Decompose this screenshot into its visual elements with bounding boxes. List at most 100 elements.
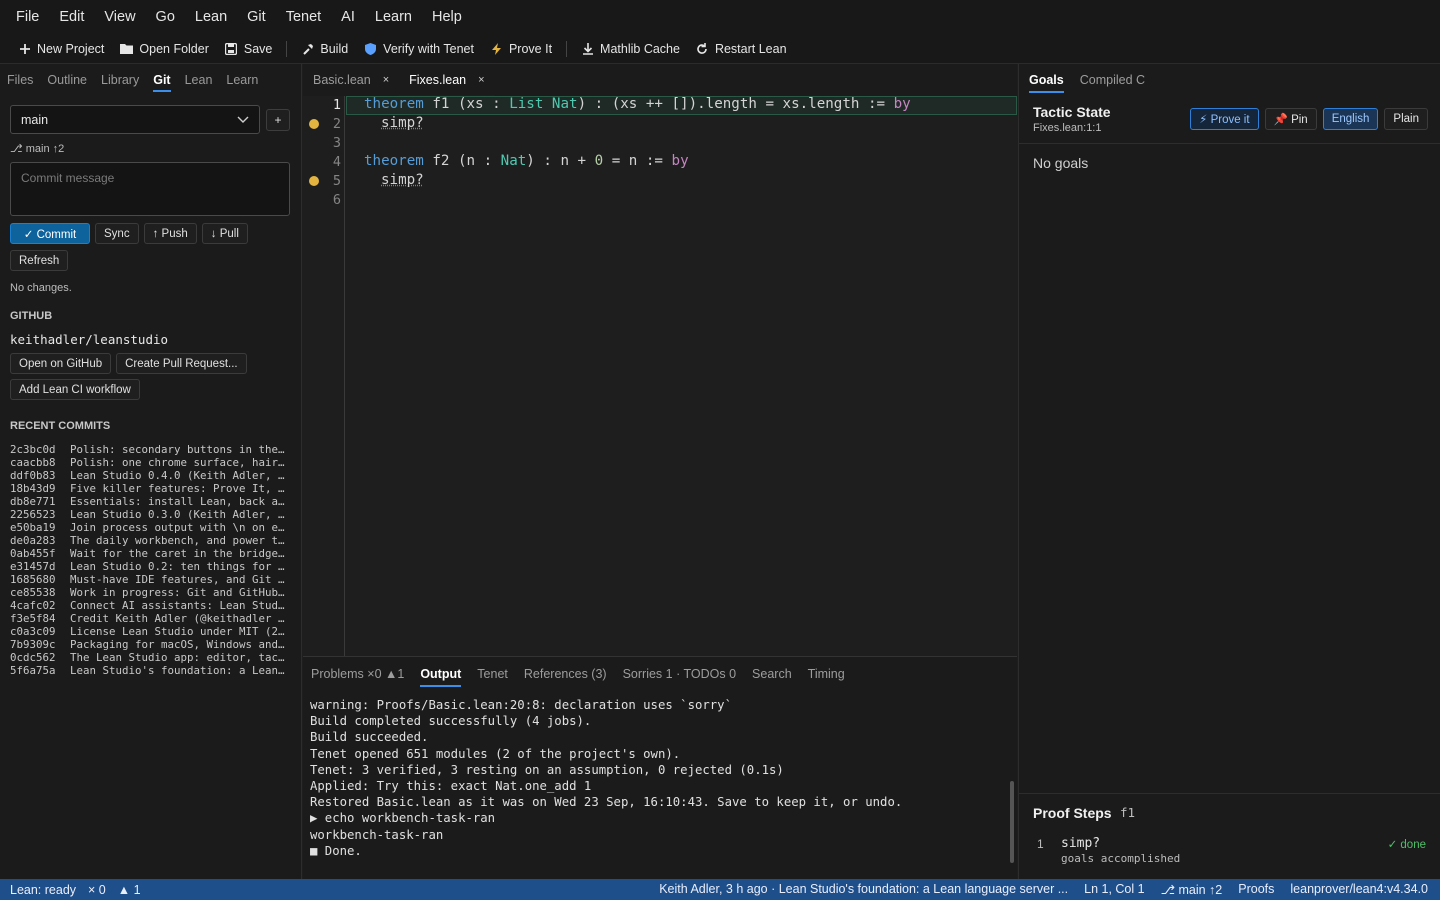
commit-row[interactable]: 1685680 Must-have IDE features, and Git i… — [10, 573, 290, 586]
close-icon[interactable]: × — [383, 74, 389, 86]
mode-indicator[interactable]: Proofs — [1238, 882, 1274, 897]
verify-tenet-button[interactable]: Verify with Tenet — [356, 37, 482, 61]
pin-button[interactable]: 📌 Pin — [1264, 108, 1317, 130]
menu-view[interactable]: View — [94, 0, 145, 34]
line-number: 3 — [332, 135, 341, 151]
menu-lean[interactable]: Lean — [185, 0, 237, 34]
editor-tab-fixes[interactable]: Fixes.lean × — [399, 64, 495, 96]
output-log: warning: Proofs/Basic.lean:20:8: declara… — [310, 697, 1007, 859]
tab-search[interactable]: Search — [744, 657, 800, 691]
toolbar: New Project Open Folder Save Build Verif… — [0, 34, 1440, 64]
plain-toggle[interactable]: Plain — [1384, 108, 1428, 130]
commit-row[interactable]: 2c3bc0d Polish: secondary buttons in the … — [10, 443, 290, 456]
menu-ai[interactable]: AI — [331, 0, 365, 34]
add-ci-workflow-button[interactable]: Add Lean CI workflow — [10, 379, 140, 400]
tab-timing[interactable]: Timing — [800, 657, 853, 691]
commit-row[interactable]: ce85538 Work in progress: Git and GitHub … — [10, 586, 290, 599]
editor-tab-basic[interactable]: Basic.lean × — [303, 64, 399, 96]
tab-goals[interactable]: Goals — [1021, 64, 1072, 96]
lightbulb-icon[interactable] — [309, 176, 319, 186]
branch-indicator[interactable]: ⎇ main ↑2 — [1161, 882, 1223, 897]
menu-tenet[interactable]: Tenet — [276, 0, 331, 34]
commit-row[interactable]: f3e5f84 Credit Keith Adler (@keithadler o… — [10, 612, 290, 625]
commit-row[interactable]: 5f6a75a Lean Studio's foundation: a Lean … — [10, 664, 290, 677]
open-folder-button[interactable]: Open Folder — [112, 37, 216, 61]
commit-message: The Lean Studio app: editor, tactic stat… — [70, 651, 290, 664]
code-line-2: simp? — [381, 115, 424, 131]
add-branch-button[interactable]: + — [266, 108, 290, 131]
tab-git[interactable]: Git — [146, 64, 177, 96]
tab-outline[interactable]: Outline — [40, 64, 94, 96]
prove-it-button[interactable]: Prove It — [482, 37, 560, 61]
toolchain-indicator[interactable]: leanprover/lean4:v4.34.0 — [1290, 882, 1428, 897]
commit-row[interactable]: 4cafc02 Connect AI assistants: Lean Studi… — [10, 599, 290, 612]
branch-select[interactable]: main — [10, 105, 260, 134]
error-count[interactable]: × 0 — [88, 883, 106, 897]
english-toggle[interactable]: English — [1322, 108, 1379, 130]
create-pull-request-button[interactable]: Create Pull Request... — [116, 353, 247, 374]
cursor-position[interactable]: Ln 1, Col 1 — [1084, 882, 1144, 897]
refresh-button[interactable]: Refresh — [10, 250, 69, 271]
mathlib-cache-label: Mathlib Cache — [600, 41, 680, 56]
prove-it-label: Prove It — [508, 41, 553, 56]
restart-lean-button[interactable]: Restart Lean — [688, 37, 795, 61]
commit-button[interactable]: ✓ Commit — [10, 223, 90, 244]
commit-row[interactable]: 0cdc562 The Lean Studio app: editor, tact… — [10, 651, 290, 664]
tab-sorries[interactable]: Sorries 1 · TODOs 0 — [615, 657, 744, 691]
new-project-button[interactable]: New Project — [10, 37, 112, 61]
tab-problems[interactable]: Problems ×0 ▲1 — [303, 657, 412, 691]
tab-lean[interactable]: Lean — [178, 64, 220, 96]
commit-hash: de0a283 — [10, 534, 56, 547]
warning-count[interactable]: ▲ 1 — [118, 883, 141, 897]
sync-button[interactable]: Sync — [95, 223, 139, 244]
output-line: Build succeeded. — [310, 730, 429, 745]
lightbulb-icon[interactable] — [309, 119, 319, 129]
push-button[interactable]: ↑ Push — [143, 223, 197, 244]
git-blame[interactable]: Keith Adler, 3 h ago · Lean Studio's fou… — [659, 882, 1068, 897]
menu-git[interactable]: Git — [237, 0, 276, 34]
menu-edit[interactable]: Edit — [49, 0, 94, 34]
commit-message: License Lean Studio under MIT (2025) — [70, 625, 290, 638]
mathlib-cache-button[interactable]: Mathlib Cache — [573, 37, 688, 61]
commit-hash: 0ab455f — [10, 547, 56, 560]
commit-row[interactable]: ddf0b83 Lean Studio 0.4.0 (Keith Adler, 2… — [10, 469, 290, 482]
commit-row[interactable]: c0a3c09 License Lean Studio under MIT (20… — [10, 625, 290, 638]
menu-learn[interactable]: Learn — [365, 0, 422, 34]
save-icon — [225, 42, 238, 55]
scrollbar[interactable] — [1010, 781, 1014, 863]
commit-row[interactable]: db8e771 Essentials: install Lean, back an… — [10, 495, 290, 508]
prove-it-goal-button[interactable]: ⚡ Prove it — [1190, 108, 1259, 130]
build-button[interactable]: Build — [293, 37, 356, 61]
tab-learn[interactable]: Learn — [219, 64, 265, 96]
tab-tenet[interactable]: Tenet — [469, 657, 516, 691]
open-on-github-button[interactable]: Open on GitHub — [10, 353, 112, 374]
tab-compiled-c[interactable]: Compiled C — [1072, 64, 1153, 96]
output-line: ▶ echo workbench-task-ran — [310, 811, 496, 826]
commit-row[interactable]: e31457d Lean Studio 0.2: ten things for n… — [10, 560, 290, 573]
commit-row[interactable]: e50ba19 Join process output with \n on ev… — [10, 521, 290, 534]
tab-library[interactable]: Library — [94, 64, 146, 96]
menu-file[interactable]: File — [6, 0, 49, 34]
commit-row[interactable]: 0ab455f Wait for the caret in the bridge … — [10, 547, 290, 560]
output-line: Restored Basic.lean as it was on Wed 23 … — [310, 795, 903, 810]
commit-message-input[interactable]: Commit message — [10, 162, 290, 216]
tab-output[interactable]: Output — [412, 657, 469, 691]
step-tactic[interactable]: simp? — [1061, 836, 1100, 851]
menu-help[interactable]: Help — [422, 0, 472, 34]
commit-hash: 2c3bc0d — [10, 443, 56, 456]
open-folder-label: Open Folder — [139, 41, 209, 56]
tab-references[interactable]: References (3) — [516, 657, 615, 691]
tab-files[interactable]: Files — [0, 64, 40, 96]
pull-button[interactable]: ↓ Pull — [201, 223, 248, 244]
download-icon — [581, 42, 594, 55]
goal-actions: ⚡ Prove it 📌 Pin English Plain — [1190, 108, 1428, 130]
commit-row[interactable]: caacbb8 Polish: one chrome surface, hairl… — [10, 456, 290, 469]
commit-row[interactable]: 2256523 Lean Studio 0.3.0 (Keith Adler, 2… — [10, 508, 290, 521]
save-button[interactable]: Save — [217, 37, 281, 61]
commit-row[interactable]: 18b43d9 Five killer features: Prove It, T… — [10, 482, 290, 495]
lean-status[interactable]: Lean: ready — [10, 883, 76, 897]
commit-row[interactable]: 7b9309c Packaging for macOS, Windows and … — [10, 638, 290, 651]
menu-go[interactable]: Go — [146, 0, 185, 34]
commit-row[interactable]: de0a283 The daily workbench, and power to… — [10, 534, 290, 547]
close-icon[interactable]: × — [478, 74, 484, 86]
